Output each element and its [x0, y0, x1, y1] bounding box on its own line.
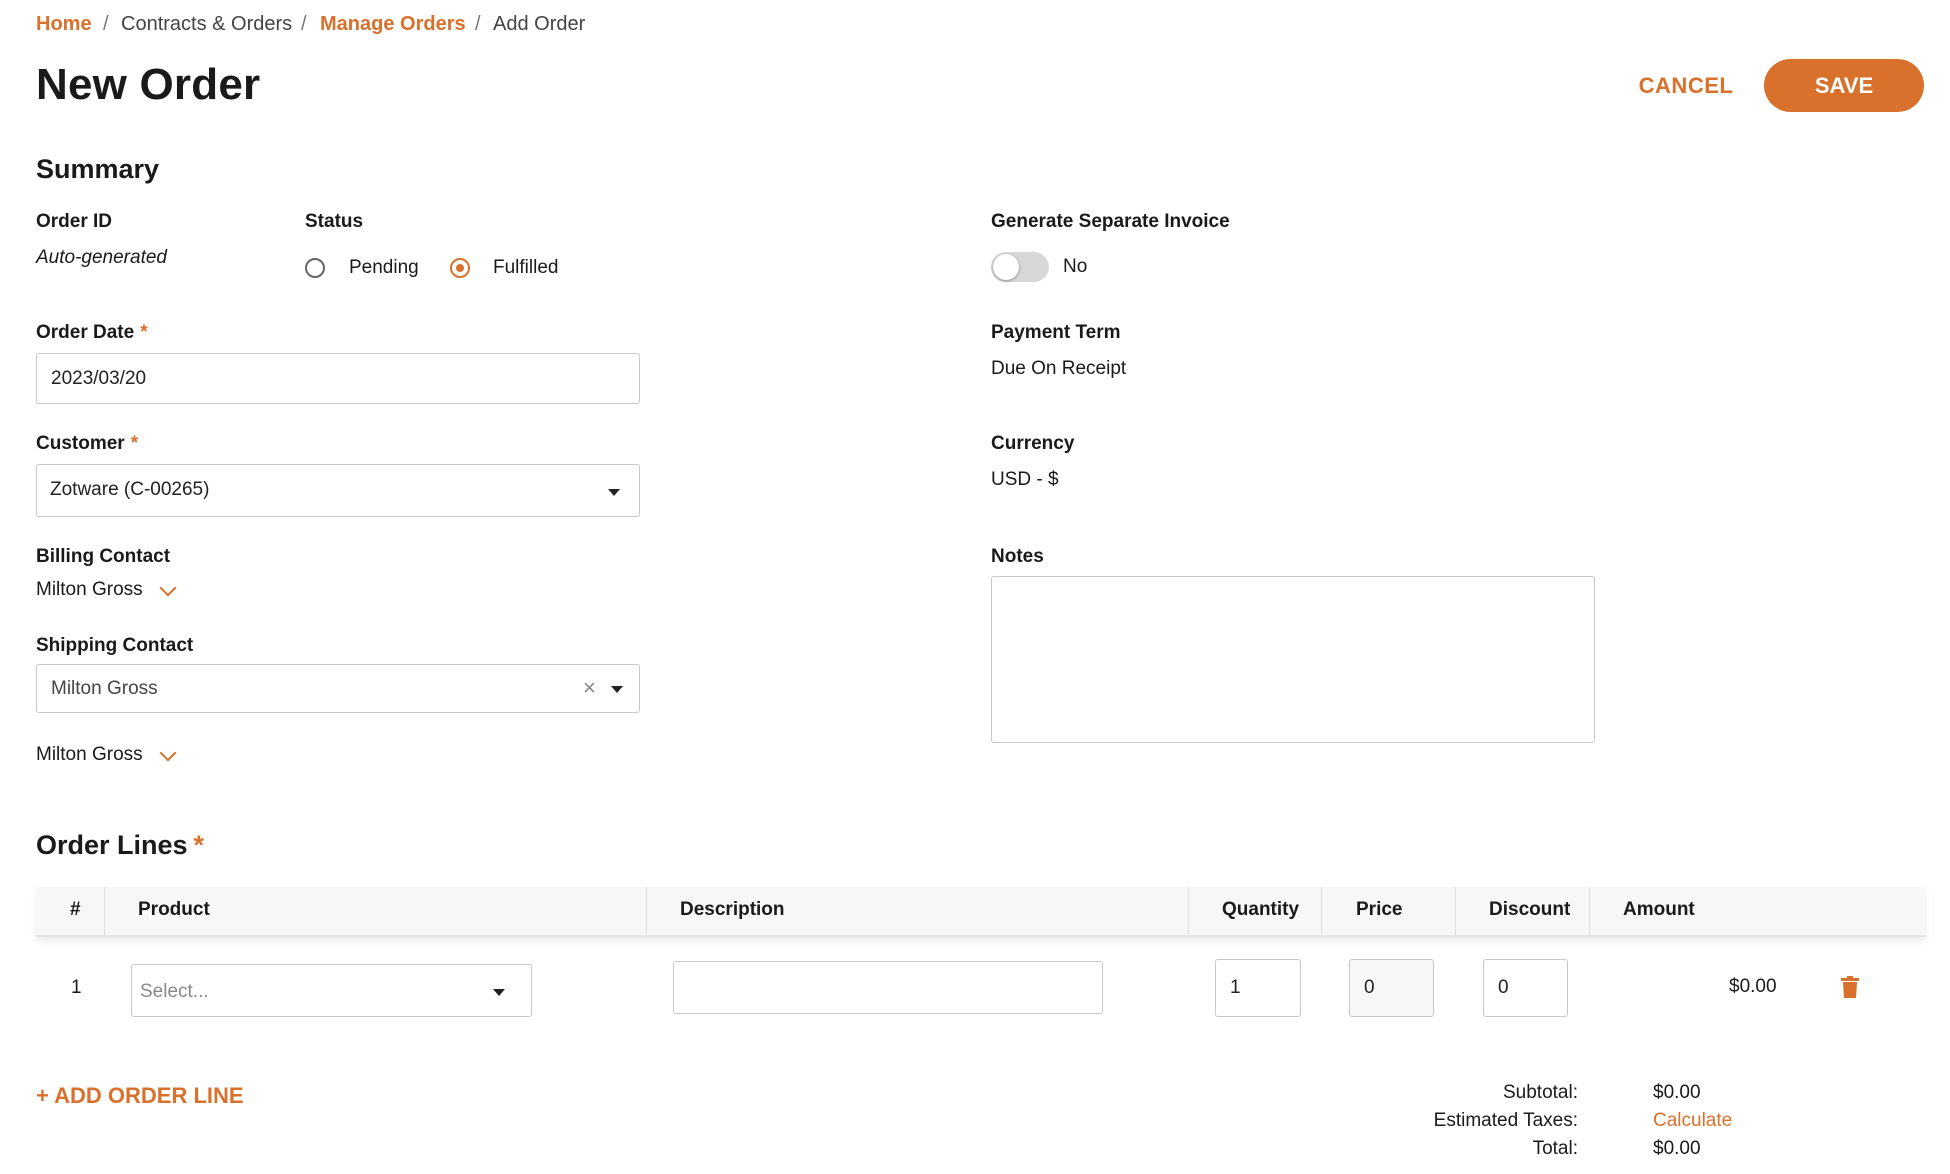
status-label: Status — [305, 211, 364, 232]
cancel-button[interactable]: CANCEL — [1620, 60, 1752, 112]
breadcrumb-separator: / — [301, 13, 307, 35]
breadcrumb-separator: / — [475, 13, 481, 35]
order-date-label-text: Order Date — [36, 322, 135, 343]
status-fulfilled-radio[interactable] — [450, 258, 470, 278]
row-amount: $0.00 — [1729, 976, 1777, 997]
column-divider — [646, 887, 647, 935]
order-lines-heading-text: Order Lines — [36, 830, 188, 860]
required-mark: * — [140, 322, 148, 343]
row-number: 1 — [71, 977, 82, 998]
customer-select[interactable]: Zotware (C-00265) — [36, 464, 640, 517]
column-header-description: Description — [680, 899, 785, 920]
column-header-product: Product — [138, 899, 210, 920]
payment-term-label: Payment Term — [991, 322, 1121, 343]
quantity-input[interactable] — [1215, 959, 1301, 1017]
caret-down-icon — [608, 489, 620, 496]
order-date-label: Order Date * — [36, 322, 148, 344]
save-button[interactable]: SAVE — [1764, 59, 1924, 112]
column-divider — [1188, 887, 1189, 935]
notes-label: Notes — [991, 546, 1044, 567]
subtotal-value: $0.00 — [1653, 1082, 1701, 1103]
currency-label: Currency — [991, 433, 1075, 454]
page-title: New Order — [36, 60, 261, 109]
invoice-value: No — [1063, 256, 1088, 277]
required-mark: * — [193, 830, 205, 860]
column-divider — [1455, 887, 1456, 935]
order-id-label: Order ID — [36, 211, 113, 232]
billing-contact-label: Billing Contact — [36, 546, 171, 567]
column-header-number: # — [70, 899, 81, 920]
product-select-placeholder: Select... — [140, 981, 209, 1002]
status-fulfilled-label[interactable]: Fulfilled — [493, 257, 558, 279]
trash-icon[interactable] — [1841, 976, 1859, 998]
breadcrumb-manage-orders-link[interactable]: Manage Orders — [320, 13, 466, 36]
taxes-label: Estimated Taxes: — [1433, 1110, 1578, 1131]
order-date-input[interactable] — [36, 353, 640, 404]
caret-down-icon — [493, 989, 505, 996]
order-lines-heading: Order Lines * — [36, 830, 204, 861]
shipping-contact-value[interactable]: Milton Gross — [36, 744, 143, 766]
chevron-down-icon[interactable] — [159, 744, 177, 762]
customer-select-value: Zotware (C-00265) — [50, 479, 210, 500]
column-divider — [104, 887, 105, 935]
breadcrumb-home-link[interactable]: Home — [36, 13, 92, 36]
invoice-label: Generate Separate Invoice — [991, 211, 1230, 232]
notes-textarea[interactable] — [991, 576, 1595, 743]
invoice-toggle[interactable] — [991, 252, 1049, 282]
shipping-contact-select-value: Milton Gross — [51, 678, 158, 699]
add-order-line-button[interactable]: + ADD ORDER LINE — [36, 1083, 244, 1109]
total-label: Total: — [1532, 1138, 1578, 1159]
total-value: $0.00 — [1653, 1138, 1701, 1159]
caret-down-icon[interactable] — [611, 686, 623, 693]
breadcrumb-separator: / — [103, 13, 109, 35]
breadcrumb-contracts: Contracts & Orders — [121, 13, 293, 35]
toggle-knob — [993, 254, 1019, 280]
column-header-quantity: Quantity — [1222, 899, 1300, 920]
subtotal-label: Subtotal: — [1503, 1082, 1578, 1103]
discount-input[interactable] — [1483, 959, 1568, 1017]
clear-icon[interactable]: × — [583, 675, 596, 701]
calculate-taxes-link[interactable]: Calculate — [1653, 1110, 1732, 1132]
chevron-down-icon[interactable] — [159, 579, 177, 597]
description-input[interactable] — [673, 961, 1103, 1014]
shipping-contact-label: Shipping Contact — [36, 635, 194, 656]
payment-term-value: Due On Receipt — [991, 358, 1127, 379]
customer-label: Customer * — [36, 433, 138, 455]
customer-label-text: Customer — [36, 433, 125, 454]
currency-value: USD - $ — [991, 469, 1059, 490]
column-header-discount: Discount — [1489, 899, 1571, 920]
status-pending-radio[interactable] — [305, 258, 325, 278]
breadcrumb-current: Add Order — [493, 13, 586, 35]
price-input[interactable] — [1349, 959, 1434, 1017]
column-header-amount: Amount — [1623, 899, 1695, 920]
status-pending-label[interactable]: Pending — [349, 257, 419, 279]
product-select[interactable]: Select... — [131, 964, 532, 1017]
shipping-contact-select[interactable]: Milton Gross × — [36, 664, 640, 713]
order-id-value: Auto-generated — [36, 247, 167, 268]
column-divider — [1321, 887, 1322, 935]
column-header-price: Price — [1356, 899, 1403, 920]
summary-heading: Summary — [36, 154, 160, 184]
column-divider — [1589, 887, 1590, 935]
required-mark: * — [130, 433, 139, 454]
billing-contact-value[interactable]: Milton Gross — [36, 579, 143, 601]
